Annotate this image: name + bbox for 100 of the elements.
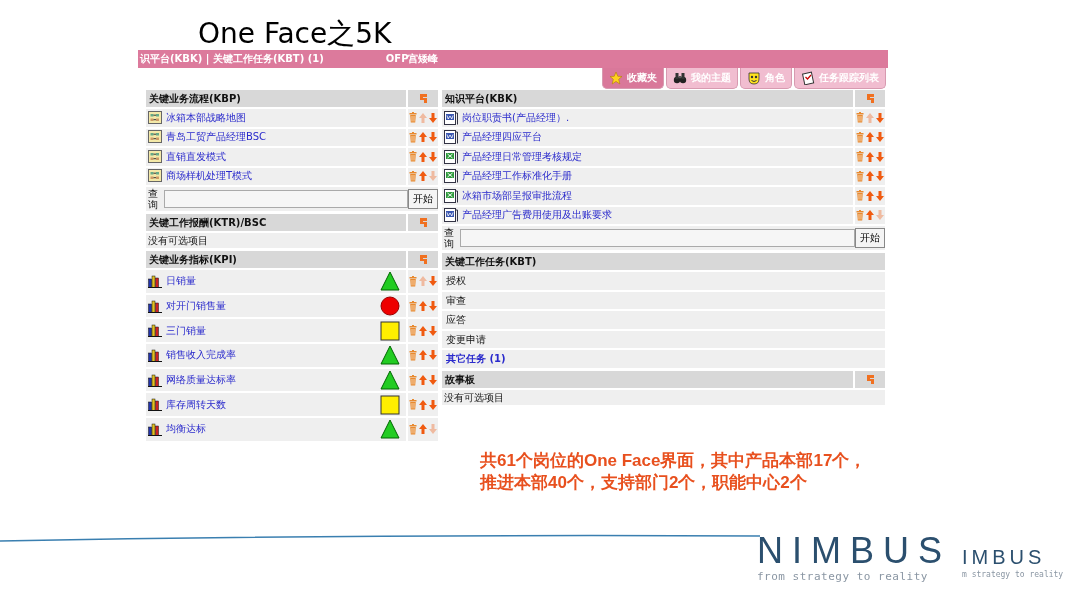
down-arrow-icon[interactable] [429, 399, 437, 410]
kpi-row[interactable]: 均衡达标 [146, 418, 406, 441]
delete-icon[interactable] [409, 399, 417, 411]
item-link[interactable]: 产品经理广告费用使用及出账要求 [462, 208, 612, 223]
down-arrow-icon[interactable] [429, 151, 437, 162]
up-arrow-icon[interactable] [419, 276, 427, 287]
item-link[interactable]: 冰箱市场部呈报审批流程 [462, 188, 572, 203]
up-arrow-icon[interactable] [866, 190, 874, 201]
kpi-row[interactable]: 对开门销售量 [146, 294, 406, 318]
delete-icon[interactable] [409, 374, 417, 386]
start-button[interactable]: 开始 [408, 189, 438, 209]
up-arrow-icon[interactable] [419, 350, 427, 361]
item-link[interactable]: 商场样机处理T模式 [166, 169, 253, 184]
delete-icon[interactable] [856, 131, 864, 143]
down-arrow-icon[interactable] [429, 350, 437, 361]
delete-icon[interactable] [856, 170, 864, 182]
up-arrow-icon[interactable] [866, 210, 874, 221]
down-arrow-icon[interactable] [876, 171, 884, 182]
list-row[interactable]: 产品经理广告费用使用及出账要求 [442, 206, 853, 224]
up-arrow-icon[interactable] [419, 132, 427, 143]
down-arrow-icon[interactable] [429, 171, 437, 182]
down-arrow-icon[interactable] [429, 375, 437, 386]
start-button[interactable]: 开始 [855, 228, 885, 248]
item-link[interactable]: 直销直发模式 [166, 149, 226, 164]
kpi-row[interactable]: 库存周转天数 [146, 393, 406, 417]
collapse-icon[interactable] [418, 93, 428, 104]
kpi-row[interactable]: 网络质量达标率 [146, 368, 406, 392]
delete-icon[interactable] [409, 112, 417, 124]
list-row[interactable]: 产品经理四应平台 [442, 128, 853, 146]
delete-icon[interactable] [409, 151, 417, 163]
item-link[interactable]: 青岛工贸产品经理BSC [166, 130, 266, 145]
kpi-row[interactable]: 日销量 [146, 270, 406, 293]
down-arrow-icon[interactable] [429, 132, 437, 143]
up-arrow-icon[interactable] [419, 301, 427, 312]
search-field[interactable] [460, 229, 855, 247]
down-arrow-icon[interactable] [876, 190, 884, 201]
up-arrow-icon[interactable] [866, 112, 874, 123]
down-arrow-icon[interactable] [429, 301, 437, 312]
collapse-icon[interactable] [865, 93, 875, 104]
up-arrow-icon[interactable] [419, 151, 427, 162]
item-link[interactable]: 产品经理工作标准化手册 [462, 169, 572, 184]
task-row[interactable]: 其它任务 (1) [442, 350, 885, 368]
up-arrow-icon[interactable] [866, 132, 874, 143]
delete-icon[interactable] [409, 349, 417, 361]
collapse-icon[interactable] [865, 373, 875, 385]
down-arrow-icon[interactable] [876, 151, 884, 162]
up-arrow-icon[interactable] [419, 325, 427, 336]
item-link[interactable]: 产品经理日常管理考核规定 [462, 149, 582, 164]
spreadsheet-icon [444, 169, 458, 184]
item-link[interactable]: 销售收入完成率 [166, 348, 376, 363]
list-row[interactable]: 冰箱本部战略地图 [146, 109, 406, 127]
delete-icon[interactable] [409, 131, 417, 143]
item-link[interactable]: 网络质量达标率 [166, 373, 376, 388]
item-link[interactable]: 对开门销售量 [166, 299, 376, 314]
up-arrow-icon[interactable] [419, 375, 427, 386]
up-arrow-icon[interactable] [866, 151, 874, 162]
item-link[interactable]: 库存周转天数 [166, 397, 376, 412]
item-link[interactable]: 日销量 [166, 274, 376, 289]
collapse-icon[interactable] [418, 254, 428, 265]
list-row[interactable]: 岗位职责书(产品经理）. [442, 109, 853, 127]
kpi-row[interactable]: 销售收入完成率 [146, 344, 406, 367]
item-link[interactable]: 冰箱本部战略地图 [166, 110, 246, 125]
up-arrow-icon[interactable] [419, 424, 427, 435]
down-arrow-icon[interactable] [429, 112, 437, 123]
up-arrow-icon[interactable] [866, 171, 874, 182]
up-arrow-icon[interactable] [419, 171, 427, 182]
collapse-icon[interactable] [418, 217, 428, 228]
down-arrow-icon[interactable] [876, 210, 884, 221]
up-arrow-icon[interactable] [419, 399, 427, 410]
down-arrow-icon[interactable] [876, 132, 884, 143]
down-arrow-icon[interactable] [876, 112, 884, 123]
task-row[interactable]: 授权 [442, 272, 885, 290]
down-arrow-icon[interactable] [429, 325, 437, 336]
search-field[interactable] [164, 190, 408, 208]
kpi-row[interactable]: 三门销量 [146, 319, 406, 343]
task-row[interactable]: 变更申请 [442, 330, 885, 348]
delete-icon[interactable] [409, 275, 417, 287]
task-row[interactable]: 应答 [442, 311, 885, 329]
item-link[interactable]: 产品经理四应平台 [462, 130, 542, 145]
item-link[interactable]: 三门销量 [166, 323, 376, 338]
list-row[interactable]: 产品经理工作标准化手册 [442, 167, 853, 185]
item-link[interactable]: 均衡达标 [166, 422, 376, 437]
delete-icon[interactable] [856, 151, 864, 163]
list-row[interactable]: 冰箱市场部呈报审批流程 [442, 187, 853, 205]
list-row[interactable]: 直销直发模式 [146, 148, 406, 166]
delete-icon[interactable] [409, 170, 417, 182]
delete-icon[interactable] [409, 423, 417, 435]
delete-icon[interactable] [856, 190, 864, 202]
task-row[interactable]: 审查 [442, 291, 885, 309]
down-arrow-icon[interactable] [429, 424, 437, 435]
list-row[interactable]: 产品经理日常管理考核规定 [442, 148, 853, 166]
delete-icon[interactable] [856, 112, 864, 124]
up-arrow-icon[interactable] [419, 112, 427, 123]
delete-icon[interactable] [409, 300, 417, 312]
list-row[interactable]: 商场样机处理T模式 [146, 167, 406, 185]
down-arrow-icon[interactable] [429, 276, 437, 287]
list-row[interactable]: 青岛工贸产品经理BSC [146, 128, 406, 146]
delete-icon[interactable] [856, 209, 864, 221]
delete-icon[interactable] [409, 325, 417, 337]
item-link[interactable]: 岗位职责书(产品经理）. [462, 110, 570, 125]
